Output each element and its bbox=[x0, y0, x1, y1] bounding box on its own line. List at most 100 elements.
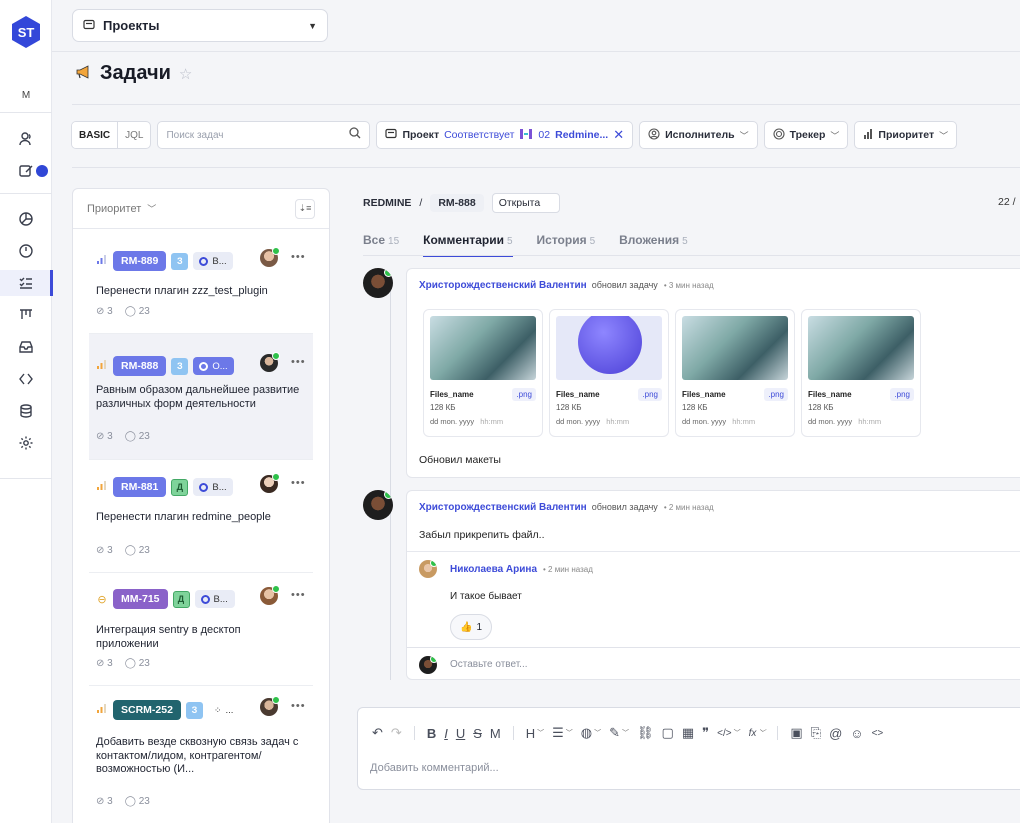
comment-header: Христорождественский Валентин обновил зад… bbox=[419, 280, 714, 291]
tab-history[interactable]: История 5 bbox=[537, 233, 596, 256]
avatar[interactable] bbox=[260, 585, 280, 605]
comment-author[interactable]: Христорождественский Валентин bbox=[419, 280, 587, 291]
search-icon[interactable] bbox=[349, 126, 361, 144]
more-icon[interactable]: ••• bbox=[291, 589, 306, 601]
breadcrumb-project[interactable]: REDMINE bbox=[363, 197, 411, 209]
task-key[interactable]: MM-715 bbox=[113, 589, 168, 609]
tab-all[interactable]: Все 15 bbox=[363, 233, 399, 256]
breadcrumb-key[interactable]: RM-888 bbox=[430, 194, 484, 212]
task-status: В... bbox=[193, 478, 234, 496]
board-icon[interactable] bbox=[0, 302, 52, 328]
link-icon[interactable]: ⛓ bbox=[637, 725, 654, 741]
comment-input[interactable]: Добавить комментарий... bbox=[370, 762, 499, 774]
clock-icon[interactable] bbox=[0, 238, 52, 264]
chart-pie-icon[interactable] bbox=[0, 206, 52, 232]
sort-order-icon[interactable]: ⇣≡ bbox=[295, 198, 315, 219]
embed-icon[interactable]: <> bbox=[872, 728, 884, 739]
tab-comments[interactable]: Комментарии 5 bbox=[423, 233, 513, 257]
reply-input[interactable]: Оставьте ответ... bbox=[450, 659, 528, 670]
bold-icon[interactable]: B bbox=[427, 726, 436, 741]
underline-icon[interactable]: U bbox=[456, 726, 465, 741]
undo-icon[interactable]: ↶ bbox=[372, 725, 383, 741]
status-select[interactable]: Открыта bbox=[491, 193, 560, 213]
reaction-button[interactable]: 👍 1 bbox=[450, 614, 493, 640]
code-icon[interactable] bbox=[0, 366, 52, 392]
avatar[interactable] bbox=[260, 473, 280, 493]
priority-filter-chip[interactable]: Приоритет ﹀ bbox=[854, 121, 958, 149]
inbox-icon[interactable] bbox=[0, 334, 52, 360]
mention-m-icon[interactable]: M bbox=[490, 726, 501, 741]
mode-basic[interactable]: BASIC bbox=[72, 122, 119, 148]
file-card[interactable]: Files_name .png 128 КБ dd mon. yyyy hh:mm bbox=[675, 309, 795, 437]
avatar[interactable] bbox=[260, 247, 280, 267]
file-icon[interactable]: ▢ bbox=[662, 725, 674, 741]
quote-icon[interactable]: ❞ bbox=[702, 725, 709, 741]
status-ring-icon bbox=[199, 256, 209, 266]
task-meta: ⊘ 3 ◯ 23 bbox=[96, 796, 150, 807]
more-icon[interactable]: ••• bbox=[291, 356, 306, 368]
italic-icon[interactable]: I bbox=[444, 726, 448, 741]
tracker-filter-chip[interactable]: Трекер ﹀ bbox=[763, 121, 849, 149]
project-filter-chip[interactable]: Проект Соответствует 02 Redmine... ✕ bbox=[376, 121, 634, 149]
task-key[interactable]: RM-881 bbox=[113, 477, 167, 497]
comment-author[interactable]: Христорождественский Валентин bbox=[419, 502, 587, 513]
close-icon[interactable]: ✕ bbox=[613, 127, 624, 143]
file-card[interactable]: Files_name .png 128 КБ dd mon. yyyy hh:mm bbox=[423, 309, 543, 437]
highlight-icon[interactable]: ✎ ﹀ bbox=[609, 725, 629, 741]
avatar[interactable] bbox=[260, 352, 280, 372]
task-card-selected[interactable]: RM-888 З О... ••• Равным образом дальней… bbox=[89, 334, 313, 460]
app-logo[interactable]: ST bbox=[10, 15, 42, 49]
task-status: В... bbox=[194, 590, 235, 608]
task-card[interactable]: ⊖ MM-715 Д В... ••• Интеграция sentry в … bbox=[89, 573, 313, 686]
paperclip-icon[interactable]: ⎘ bbox=[811, 725, 821, 741]
sort-select[interactable]: Приоритет bbox=[87, 203, 141, 215]
mode-jql[interactable]: JQL bbox=[118, 122, 150, 148]
emoji-icon[interactable]: ☺ bbox=[850, 726, 863, 741]
star-icon[interactable]: ☆ bbox=[179, 65, 192, 83]
task-key[interactable]: RM-889 bbox=[113, 251, 167, 271]
strikethrough-icon[interactable]: S bbox=[473, 726, 482, 741]
formula-icon[interactable]: fx ﹀ bbox=[749, 728, 766, 739]
task-card[interactable]: SCRM-252 З ⁘... ••• Добавить везде сквоз… bbox=[89, 686, 313, 823]
project-selector[interactable]: Проекты ▼ bbox=[72, 9, 328, 42]
task-key[interactable]: SCRM-252 bbox=[113, 700, 181, 720]
reply-author[interactable]: Николаева Арина bbox=[450, 564, 537, 575]
workspace-letter[interactable]: M bbox=[0, 90, 52, 101]
file-size: 128 КБ bbox=[556, 403, 582, 412]
task-status-label: ... bbox=[225, 704, 234, 716]
image-add-icon[interactable]: ▣ bbox=[790, 725, 802, 741]
task-card[interactable]: RM-881 Д В... ••• Перенести плагин redmi… bbox=[89, 460, 313, 573]
palette-icon[interactable]: ◍ ﹀ bbox=[581, 725, 601, 741]
avatar[interactable] bbox=[363, 268, 393, 298]
file-card[interactable]: Files_name .png 128 КБ dd mon. yyyy hh:mm bbox=[549, 309, 669, 437]
task-list-panel: Приоритет ﹀ ⇣≡ RM-889 З В... ••• Перенес… bbox=[72, 188, 330, 823]
redo-icon[interactable]: ↷ bbox=[391, 725, 402, 741]
avatar[interactable] bbox=[260, 696, 280, 716]
file-size: 128 КБ bbox=[808, 403, 834, 412]
sidebar-divider bbox=[0, 193, 52, 194]
heading-icon[interactable]: H ﹀ bbox=[526, 726, 544, 741]
code-icon[interactable]: </> ﹀ bbox=[717, 728, 740, 739]
edit-icon[interactable] bbox=[0, 158, 52, 184]
settings-icon[interactable] bbox=[0, 430, 52, 456]
task-card[interactable]: RM-889 З В... ••• Перенести плагин zzz_t… bbox=[89, 229, 313, 334]
task-key[interactable]: RM-888 bbox=[113, 356, 167, 376]
avatar[interactable] bbox=[419, 560, 437, 578]
search-input[interactable] bbox=[166, 129, 337, 141]
avatar[interactable] bbox=[363, 490, 393, 520]
table-icon[interactable]: ▦ bbox=[682, 725, 694, 741]
file-card[interactable]: Files_name .png 128 КБ dd mon. yyyy hh:mm bbox=[801, 309, 921, 437]
task-counter: 22 / bbox=[998, 196, 1016, 208]
file-size: 128 КБ bbox=[682, 403, 708, 412]
database-icon[interactable] bbox=[0, 398, 52, 424]
users-icon[interactable] bbox=[0, 126, 52, 152]
tab-attachments[interactable]: Вложения 5 bbox=[619, 233, 688, 256]
assignee-filter-chip[interactable]: Исполнитель ﹀ bbox=[639, 121, 758, 149]
more-icon[interactable]: ••• bbox=[291, 700, 306, 712]
comment-text: Обновил макеты bbox=[419, 454, 501, 466]
list-icon[interactable]: ☰ ﹀ bbox=[552, 725, 573, 741]
at-icon[interactable]: @ bbox=[829, 726, 842, 741]
tasks-icon[interactable] bbox=[0, 270, 53, 296]
more-icon[interactable]: ••• bbox=[291, 251, 306, 263]
more-icon[interactable]: ••• bbox=[291, 477, 306, 489]
